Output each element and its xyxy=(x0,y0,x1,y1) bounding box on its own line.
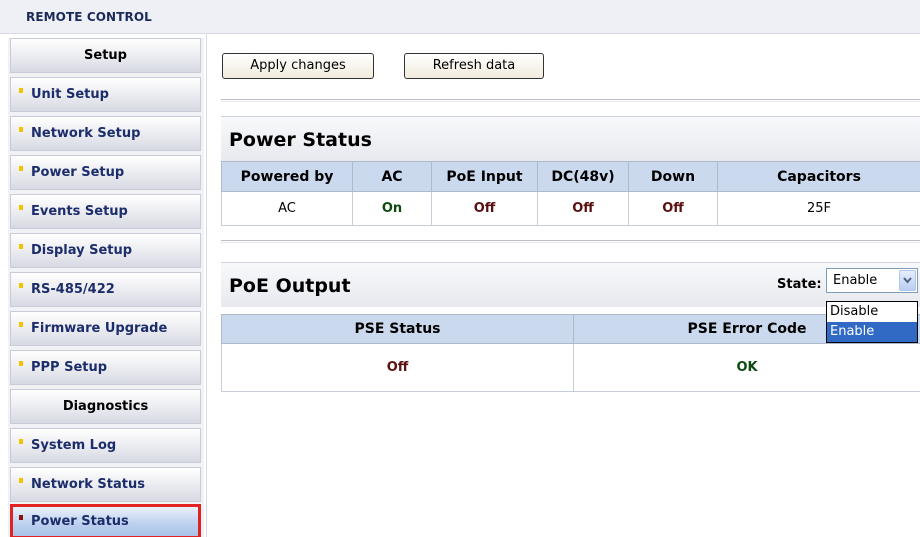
bullet-icon xyxy=(19,244,23,249)
sidebar-item-power-setup[interactable]: Power Setup xyxy=(10,155,201,190)
state-dropdown-list: Disable Enable xyxy=(826,301,918,343)
sidebar-divider xyxy=(206,34,207,537)
table-row: AC On Off Off Off 25F xyxy=(221,191,920,226)
top-bar: REMOTE CONTROL xyxy=(0,0,920,34)
pse-status-value: Off xyxy=(221,343,574,392)
column-header: AC xyxy=(352,161,432,192)
poe-output-table: PSE Status PSE Error Code Off OK xyxy=(221,314,920,392)
poe-input-value: Off xyxy=(431,191,538,226)
sidebar-item-label: Network Setup xyxy=(31,126,141,141)
sidebar-item-label: Events Setup xyxy=(31,204,128,219)
sidebar-heading-diagnostics: Diagnostics xyxy=(10,389,201,424)
sidebar-item-label: PPP Setup xyxy=(31,360,108,375)
sidebar-item-display-setup[interactable]: Display Setup xyxy=(10,233,201,268)
sidebar-item-label: Firmware Upgrade xyxy=(31,321,168,336)
state-select[interactable]: Enable xyxy=(826,268,918,293)
divider xyxy=(221,240,920,243)
table-header-row: PSE Status PSE Error Code xyxy=(221,314,920,344)
bullet-icon xyxy=(19,205,23,210)
table-row: Off OK xyxy=(221,343,920,392)
dc-value: Off xyxy=(537,191,629,226)
section-title: Power Status xyxy=(229,129,372,151)
sidebar: Setup Unit Setup Network Setup Power Set… xyxy=(8,38,204,537)
bullet-icon xyxy=(19,322,23,327)
sidebar-item-label: Power Status xyxy=(31,514,129,529)
sidebar-item-label: Display Setup xyxy=(31,243,133,258)
powered-by-value: AC xyxy=(221,191,353,226)
apply-changes-button[interactable]: Apply changes xyxy=(222,53,374,79)
bullet-icon xyxy=(19,166,23,171)
column-header: DC(48v) xyxy=(537,161,629,192)
down-value: Off xyxy=(628,191,718,226)
sidebar-heading-label: Diagnostics xyxy=(62,399,149,414)
sidebar-item-label: System Log xyxy=(31,438,117,453)
sidebar-item-rs485[interactable]: RS-485/422 xyxy=(10,272,201,307)
power-status-header: Power Status xyxy=(221,116,920,161)
bullet-icon xyxy=(19,283,23,288)
column-header: Down xyxy=(628,161,718,192)
bullet-icon xyxy=(19,88,23,93)
column-header: Capacitors xyxy=(717,161,920,192)
state-select-value: Enable xyxy=(833,273,878,288)
column-header: Powered by xyxy=(221,161,353,192)
bullet-icon xyxy=(19,439,23,444)
sidebar-item-system-log[interactable]: System Log xyxy=(10,428,201,463)
sidebar-item-firmware-upgrade[interactable]: Firmware Upgrade xyxy=(10,311,201,346)
bullet-icon xyxy=(19,515,23,520)
dropdown-arrow-icon[interactable] xyxy=(899,270,916,291)
table-header-row: Powered by AC PoE Input DC(48v) Down Cap… xyxy=(221,161,920,192)
sidebar-item-label: Network Status xyxy=(31,477,145,492)
sidebar-item-network-setup[interactable]: Network Setup xyxy=(10,116,201,151)
sidebar-item-label: Unit Setup xyxy=(31,87,109,102)
ac-value: On xyxy=(352,191,432,226)
bullet-icon xyxy=(19,361,23,366)
sidebar-item-power-status[interactable]: Power Status xyxy=(10,504,201,537)
option-enable[interactable]: Enable xyxy=(827,322,917,342)
sidebar-heading-label: Setup xyxy=(84,48,127,63)
sidebar-heading-setup: Setup xyxy=(10,38,201,73)
sidebar-item-unit-setup[interactable]: Unit Setup xyxy=(10,77,201,112)
bullet-icon xyxy=(19,127,23,132)
refresh-data-button[interactable]: Refresh data xyxy=(404,53,544,79)
power-status-table: Powered by AC PoE Input DC(48v) Down Cap… xyxy=(221,161,920,226)
option-disable[interactable]: Disable xyxy=(827,302,917,322)
sidebar-item-label: RS-485/422 xyxy=(31,282,115,297)
column-header: PoE Input xyxy=(431,161,538,192)
pse-error-code-value: OK xyxy=(573,343,920,392)
sidebar-item-events-setup[interactable]: Events Setup xyxy=(10,194,201,229)
app-title: REMOTE CONTROL xyxy=(26,10,152,24)
sidebar-item-label: Power Setup xyxy=(31,165,125,180)
state-label: State: xyxy=(777,277,822,292)
capacitors-value: 25F xyxy=(717,191,920,226)
section-title: PoE Output xyxy=(229,275,351,297)
column-header: PSE Status xyxy=(221,314,574,344)
divider xyxy=(221,99,920,102)
sidebar-item-network-status[interactable]: Network Status xyxy=(10,467,201,502)
sidebar-item-ppp-setup[interactable]: PPP Setup xyxy=(10,350,201,385)
bullet-icon xyxy=(19,478,23,483)
